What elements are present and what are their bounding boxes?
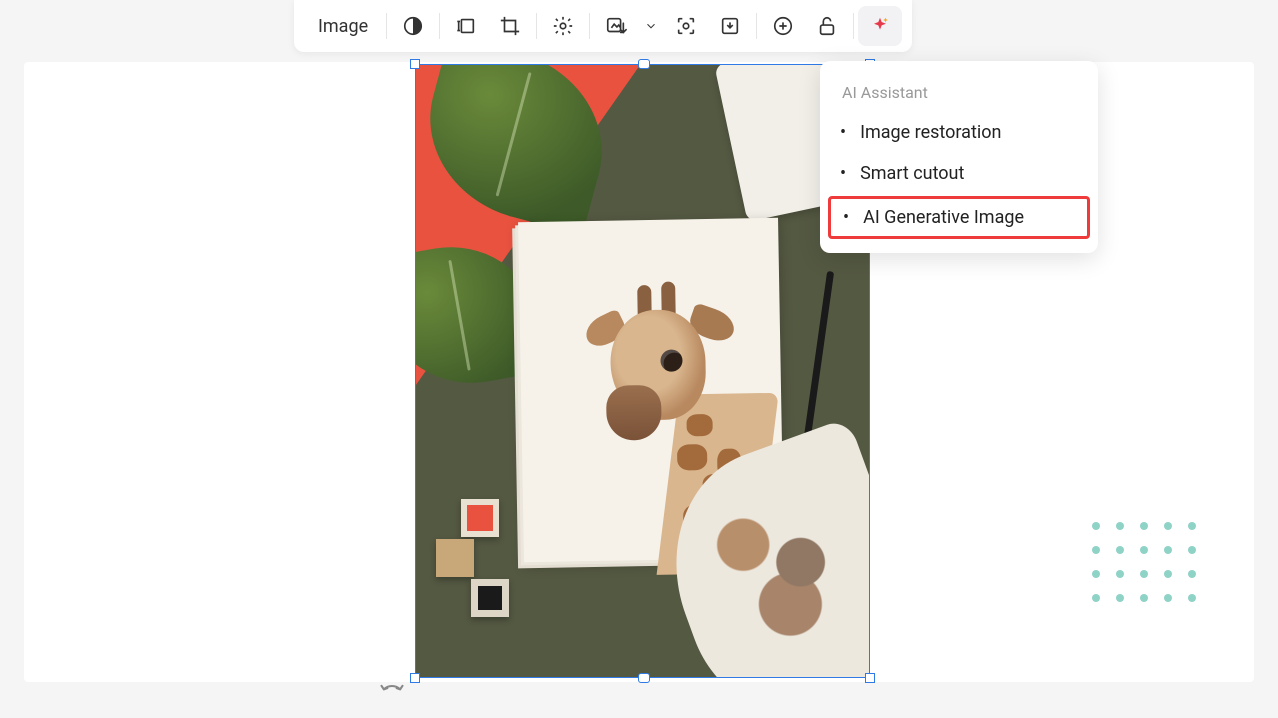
dropdown-title: AI Assistant <box>820 79 1098 112</box>
add-icon <box>772 15 794 37</box>
resize-handle-bottom-right[interactable] <box>865 673 875 683</box>
rotate-handle[interactable] <box>378 680 406 712</box>
download-button[interactable] <box>708 6 752 46</box>
dropdown-item-ai-generative-image[interactable]: AI Generative Image <box>828 196 1090 239</box>
crop-button[interactable] <box>488 6 532 46</box>
divider <box>756 13 757 39</box>
ai-sparkle-icon <box>869 15 891 37</box>
dropdown-item-label: Image restoration <box>860 122 1001 143</box>
resize-handle-bottom-middle[interactable] <box>638 673 650 683</box>
resize-icon <box>455 15 477 37</box>
resize-handle-top-middle[interactable] <box>638 59 650 69</box>
replace-button[interactable] <box>594 6 638 46</box>
crop-icon <box>499 15 521 37</box>
add-button[interactable] <box>761 6 805 46</box>
download-icon <box>719 15 741 37</box>
image-toolbar: Image <box>294 0 912 52</box>
ai-assistant-dropdown: AI Assistant Image restoration Smart cut… <box>820 61 1098 253</box>
divider <box>439 13 440 39</box>
selected-image-frame[interactable] <box>415 64 870 678</box>
chevron-down-icon <box>644 19 658 33</box>
decorative-dot-grid <box>1092 522 1196 626</box>
dropdown-item-smart-cutout[interactable]: Smart cutout <box>820 153 1098 194</box>
divider <box>853 13 854 39</box>
resize-handle-top-left[interactable] <box>410 59 420 69</box>
replace-icon <box>605 15 627 37</box>
contrast-button[interactable] <box>391 6 435 46</box>
settings-button[interactable] <box>541 6 585 46</box>
contrast-icon <box>402 15 424 37</box>
focus-button[interactable] <box>664 6 708 46</box>
resize-handle-bottom-left[interactable] <box>410 673 420 683</box>
resize-button[interactable] <box>444 6 488 46</box>
dropdown-item-label: AI Generative Image <box>863 207 1024 228</box>
ai-assistant-button[interactable] <box>858 6 902 46</box>
dropdown-item-image-restoration[interactable]: Image restoration <box>820 112 1098 153</box>
image-content[interactable] <box>416 65 869 677</box>
divider <box>386 13 387 39</box>
focus-icon <box>675 15 697 37</box>
settings-icon <box>552 15 574 37</box>
toolbar-label: Image <box>304 16 382 37</box>
unlock-button[interactable] <box>805 6 849 46</box>
unlock-icon <box>816 15 838 37</box>
replace-dropdown-button[interactable] <box>638 6 664 46</box>
divider <box>536 13 537 39</box>
divider <box>589 13 590 39</box>
rotate-icon <box>378 680 406 708</box>
dropdown-item-label: Smart cutout <box>860 163 964 184</box>
